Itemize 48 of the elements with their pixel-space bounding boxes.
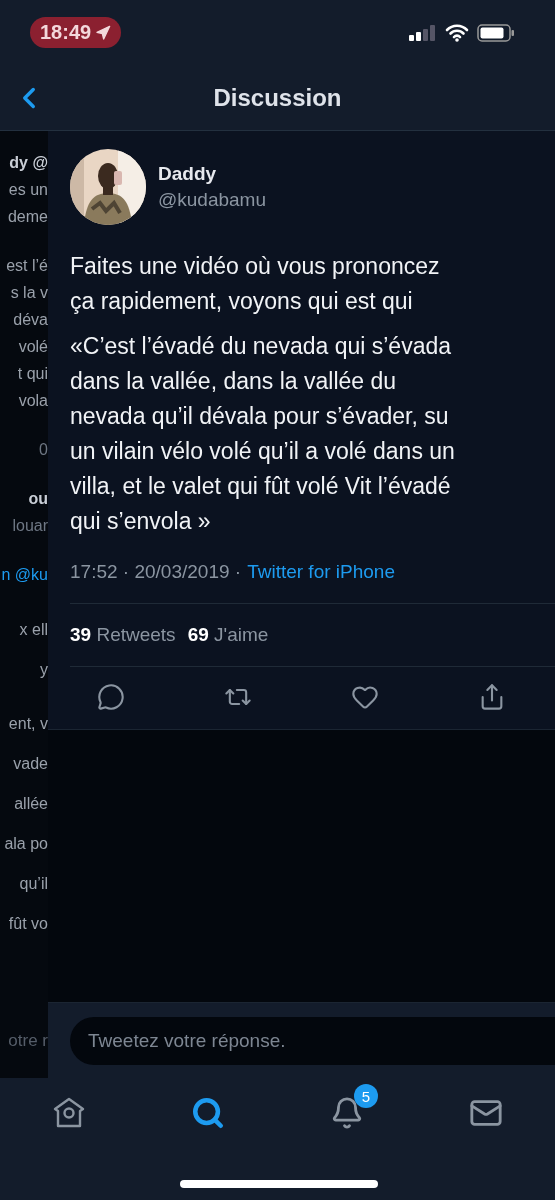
tweet-text-line: qui s’envola » xyxy=(70,507,212,536)
tweet-text-line: nevada qu’il dévala pour s’évader, su xyxy=(70,402,450,431)
background-text: s la v xyxy=(10,283,48,303)
background-text: ala po xyxy=(4,834,48,854)
tweet-stat[interactable]: 69 J'aime xyxy=(187,624,269,646)
background-text: n @ku xyxy=(1,565,48,585)
page-title: Discussion xyxy=(213,83,342,112)
tweet-text-line: dans la vallée, dans la vallée du xyxy=(70,367,398,396)
background-text: volé xyxy=(18,337,48,357)
background-text: déva xyxy=(13,310,48,330)
tweet-text-line: ça rapidement, voyons qui est qui xyxy=(70,287,414,316)
reply-field[interactable]: Tweetez votre réponse. xyxy=(70,1016,555,1065)
background-text: vade xyxy=(13,754,48,774)
background-text: es un xyxy=(8,180,48,200)
background-text: dy @ xyxy=(9,153,48,173)
tweet-timestamp: 17:52 · 20/03/2019 · xyxy=(70,561,242,583)
status-time: 18:49 xyxy=(30,17,122,48)
background-text: otre r xyxy=(8,1030,48,1051)
reply-button[interactable] xyxy=(97,683,126,711)
background-text: allée xyxy=(14,794,48,814)
background-text: x ell xyxy=(19,620,48,640)
battery-icon xyxy=(477,23,515,42)
signal-icon xyxy=(409,24,437,41)
location-arrow-icon xyxy=(95,24,112,41)
tweet-text-line: Faites une vidéo où vous prononcez xyxy=(70,252,441,281)
tweet-text-line: villa, et le valet qui fût volé Vit l’évadé xyxy=(70,472,452,501)
background-text: deme xyxy=(7,207,48,227)
author-name: Daddy xyxy=(158,163,218,185)
tweet-text-line: «C’est l’évadé du nevada qui s’évada xyxy=(70,332,453,361)
wifi-icon xyxy=(445,23,469,42)
tweet-text-line: un vilain vélo volé qu’il a volé dans un xyxy=(70,437,456,466)
background-text: 0 xyxy=(39,440,48,460)
search-icon xyxy=(191,1096,226,1130)
source-link[interactable]: Twitter for iPhone xyxy=(247,561,395,583)
notification-badge: 5 xyxy=(353,1084,378,1108)
background-text: ou xyxy=(28,489,48,509)
background-text: vola xyxy=(18,391,48,411)
background-text: fût vo xyxy=(8,914,48,934)
background-text: qu’il xyxy=(19,874,48,894)
background-text: y xyxy=(40,660,48,680)
background-text: t qui xyxy=(17,364,48,384)
background-text: louar xyxy=(12,516,48,536)
background-text: est l’é xyxy=(6,256,48,276)
background-text: ent, v xyxy=(8,714,48,734)
author-handle: @kudabamu xyxy=(158,189,267,211)
home-icon xyxy=(52,1096,87,1130)
reply-icon xyxy=(97,683,126,711)
tweet-stat[interactable]: 39 Retweets xyxy=(70,624,176,646)
